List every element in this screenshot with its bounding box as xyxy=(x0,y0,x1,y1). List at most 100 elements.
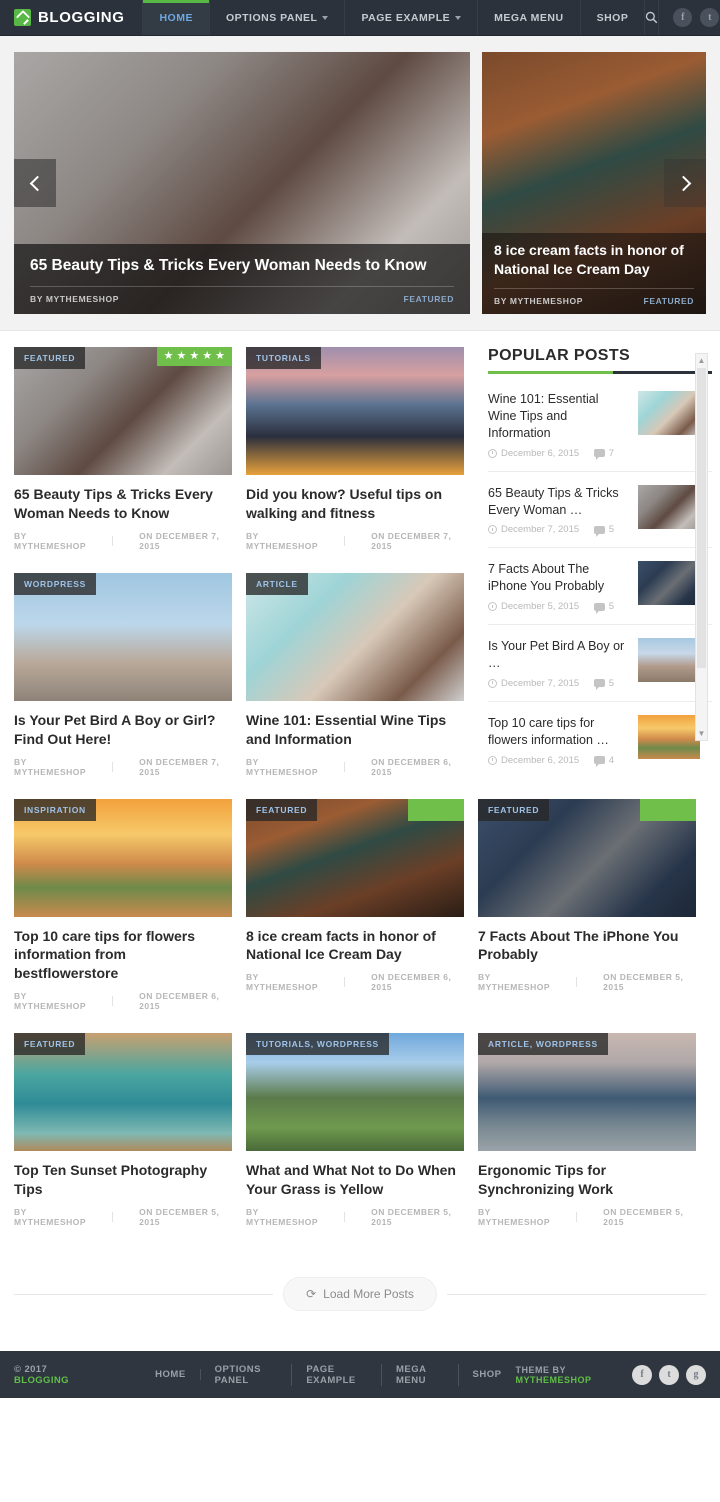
post-title[interactable]: Top Ten Sunset Photography Tips xyxy=(14,1161,232,1199)
category-badge[interactable]: FEATURED xyxy=(478,799,549,821)
comment-icon xyxy=(594,449,605,457)
google-plus-icon[interactable]: g xyxy=(686,1365,706,1385)
post-card[interactable]: TUTORIALS, WORDPRESS What and What Not to… xyxy=(246,1033,464,1227)
post-card[interactable]: FEATURED 8 ice cream facts in honor of Na… xyxy=(246,799,464,1012)
footer-theme-brand: MYTHEMESHOP xyxy=(515,1375,591,1385)
popular-post-thumbnail[interactable] xyxy=(638,638,700,682)
footer-nav-mega-menu[interactable]: MEGA MENU xyxy=(382,1364,459,1386)
category-badge[interactable]: ARTICLE xyxy=(246,573,308,595)
popular-post-title[interactable]: 65 Beauty Tips & Tricks Every Woman … xyxy=(488,485,628,519)
popular-post-item[interactable]: 65 Beauty Tips & Tricks Every Woman …Dec… xyxy=(488,472,712,549)
category-badge[interactable]: TUTORIALS, WORDPRESS xyxy=(246,1033,389,1055)
category-badge[interactable]: FEATURED xyxy=(246,799,317,821)
popular-post-item[interactable]: 7 Facts About The iPhone You ProbablyDec… xyxy=(488,548,712,625)
footer-theme-credit: THEME BY MYTHEMESHOP xyxy=(515,1365,616,1385)
post-card[interactable]: ARTICLE Wine 101: Essential Wine Tips and… xyxy=(246,573,464,777)
footer-nav-home[interactable]: HOME xyxy=(141,1369,201,1380)
scrollbar-thumb[interactable] xyxy=(697,368,706,668)
post-thumbnail[interactable]: ARTICLE xyxy=(246,573,464,701)
popular-post-comment-count: 4 xyxy=(609,755,614,766)
meta-separator xyxy=(576,1212,577,1222)
post-row-1: FEATURED★★★★★65 Beauty Tips & Tricks Eve… xyxy=(14,347,474,551)
post-date: ON DECEMBER 7, 2015 xyxy=(139,757,232,777)
post-title[interactable]: Top 10 care tips for flowers information… xyxy=(14,927,232,984)
post-thumbnail[interactable]: TUTORIALS xyxy=(246,347,464,475)
post-card[interactable]: WORDPRESS Is Your Pet Bird A Boy or Girl?… xyxy=(14,573,232,777)
post-thumbnail[interactable]: FEATURED xyxy=(478,799,696,917)
footer-nav-options-panel[interactable]: OPTIONS PANEL xyxy=(201,1364,293,1386)
popular-post-thumbnail[interactable] xyxy=(638,485,700,529)
post-card[interactable]: FEATURED Top Ten Sunset Photography Tips B… xyxy=(14,1033,232,1227)
slider-main-slide[interactable]: 65 Beauty Tips & Tricks Every Woman Need… xyxy=(14,52,470,314)
load-more-button[interactable]: ⟳ Load More Posts xyxy=(283,1277,437,1311)
footer-nav-page-example[interactable]: PAGE EXAMPLE xyxy=(292,1364,382,1386)
category-badge[interactable]: TUTORIALS xyxy=(246,347,321,369)
footer-nav: HOMEOPTIONS PANELPAGE EXAMPLEMEGA MENUSH… xyxy=(141,1364,515,1386)
comment-icon xyxy=(594,526,605,534)
post-date: ON DECEMBER 5, 2015 xyxy=(371,1207,464,1227)
post-thumbnail[interactable]: FEATURED★★★★★ xyxy=(14,347,232,475)
post-title[interactable]: Is Your Pet Bird A Boy or Girl? Find Out… xyxy=(14,711,232,749)
popular-post-title[interactable]: Top 10 care tips for flowers information… xyxy=(488,715,628,749)
star-icon: ★ xyxy=(202,351,212,362)
post-title[interactable]: 8 ice cream facts in honor of National I… xyxy=(246,927,464,965)
post-meta: BY MYTHEMESHOPON DECEMBER 7, 2015 xyxy=(14,757,232,777)
popular-post-item[interactable]: Wine 101: Essential Wine Tips and Inform… xyxy=(488,378,712,472)
category-badge[interactable]: FEATURED xyxy=(14,1033,85,1055)
twitter-icon[interactable]: t xyxy=(700,8,719,27)
post-thumbnail[interactable]: FEATURED xyxy=(246,799,464,917)
popular-post-thumbnail[interactable] xyxy=(638,561,700,605)
search-button[interactable] xyxy=(644,0,658,35)
slider-side-slide[interactable]: 8 ice cream facts in honor of National I… xyxy=(482,52,706,314)
post-title[interactable]: 7 Facts About The iPhone You Probably xyxy=(478,927,696,965)
post-title[interactable]: Wine 101: Essential Wine Tips and Inform… xyxy=(246,711,464,749)
post-card[interactable]: INSPIRATION Top 10 care tips for flowers … xyxy=(14,799,232,1012)
nav-item-mega-menu[interactable]: MEGA MENU xyxy=(477,0,579,35)
popular-post-image xyxy=(638,638,700,682)
site-logo[interactable]: BLOGGING xyxy=(0,0,142,35)
post-thumbnail[interactable]: INSPIRATION xyxy=(14,799,232,917)
popular-post-item[interactable]: Is Your Pet Bird A Boy or …December 7, 2… xyxy=(488,625,712,702)
post-card[interactable]: FEATURED★★★★★65 Beauty Tips & Tricks Eve… xyxy=(14,347,232,551)
post-thumbnail[interactable]: WORDPRESS xyxy=(14,573,232,701)
post-title[interactable]: What and What Not to Do When Your Grass … xyxy=(246,1161,464,1199)
post-card[interactable]: ARTICLE, WORDPRESS Ergonomic Tips for Syn… xyxy=(478,1033,696,1227)
chevron-right-icon xyxy=(675,175,691,191)
post-title[interactable]: Did you know? Useful tips on walking and… xyxy=(246,485,464,523)
post-title[interactable]: 65 Beauty Tips & Tricks Every Woman Need… xyxy=(14,485,232,523)
popular-post-thumbnail[interactable] xyxy=(638,391,700,435)
slider-prev-button[interactable] xyxy=(14,159,56,207)
nav-item-shop[interactable]: SHOP xyxy=(580,0,645,35)
slider-next-button[interactable] xyxy=(664,159,706,207)
popular-post-title[interactable]: Is Your Pet Bird A Boy or … xyxy=(488,638,628,672)
popular-post-title[interactable]: 7 Facts About The iPhone You Probably xyxy=(488,561,628,595)
post-date: ON DECEMBER 7, 2015 xyxy=(371,531,464,551)
comment-icon xyxy=(594,679,605,687)
load-more-label: Load More Posts xyxy=(323,1287,414,1301)
footer-nav-shop[interactable]: SHOP xyxy=(459,1369,516,1380)
category-badge[interactable]: ARTICLE, WORDPRESS xyxy=(478,1033,608,1055)
post-thumbnail[interactable]: FEATURED xyxy=(14,1033,232,1151)
nav-item-home[interactable]: HOME xyxy=(142,0,209,35)
category-badge[interactable]: INSPIRATION xyxy=(14,799,96,821)
post-author: BY MYTHEMESHOP xyxy=(14,1207,92,1227)
nav-item-options-panel[interactable]: OPTIONS PANEL xyxy=(209,0,344,35)
post-card[interactable]: TUTORIALS Did you know? Useful tips on wa… xyxy=(246,347,464,551)
popular-post-thumbnail[interactable] xyxy=(638,715,700,759)
post-author: BY MYTHEMESHOP xyxy=(246,531,324,551)
twitter-icon[interactable]: t xyxy=(659,1365,679,1385)
category-badge[interactable]: FEATURED xyxy=(14,347,85,369)
scroll-down-arrow[interactable]: ▼ xyxy=(696,727,707,740)
post-thumbnail[interactable]: TUTORIALS, WORDPRESS xyxy=(246,1033,464,1151)
facebook-icon[interactable]: f xyxy=(632,1365,652,1385)
popular-post-item[interactable]: Top 10 care tips for flowers information… xyxy=(488,702,712,778)
facebook-icon[interactable]: f xyxy=(673,8,692,27)
nav-item-page-example[interactable]: PAGE EXAMPLE xyxy=(344,0,477,35)
scroll-up-arrow[interactable]: ▲ xyxy=(696,354,707,367)
post-title[interactable]: Ergonomic Tips for Synchronizing Work xyxy=(478,1161,696,1199)
category-badge[interactable]: WORDPRESS xyxy=(14,573,96,595)
popular-post-title[interactable]: Wine 101: Essential Wine Tips and Inform… xyxy=(488,391,628,442)
post-card[interactable]: FEATURED 7 Facts About The iPhone You Pro… xyxy=(478,799,696,1012)
sidebar-scrollbar[interactable]: ▲ ▼ xyxy=(695,353,708,741)
post-thumbnail[interactable]: ARTICLE, WORDPRESS xyxy=(478,1033,696,1151)
